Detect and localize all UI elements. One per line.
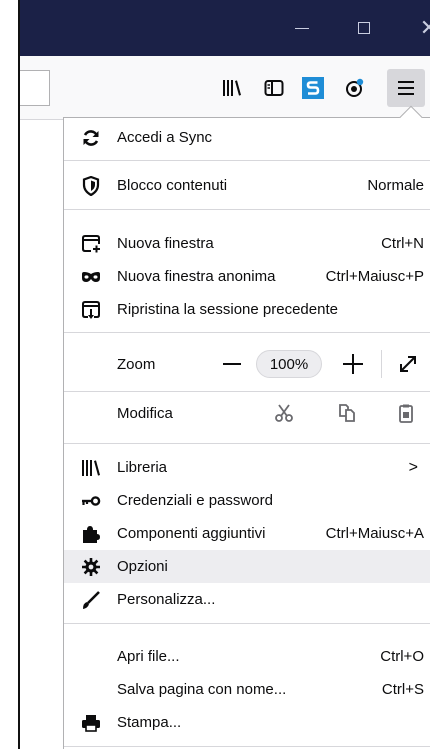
menu-item-options[interactable]: Opzioni bbox=[64, 550, 430, 583]
maximize-button[interactable] bbox=[350, 16, 378, 40]
new-private-window-label: Nuova finestra anonima bbox=[117, 268, 276, 285]
print-label: Stampa... bbox=[117, 714, 182, 731]
separator bbox=[64, 623, 430, 624]
menu-item-addons[interactable]: Componenti aggiuntivi Ctrl+Maiusc+A bbox=[64, 517, 430, 550]
separator bbox=[64, 443, 430, 444]
addons-label: Componenti aggiuntivi bbox=[117, 525, 266, 542]
menu-item-open-file[interactable]: Apri file... Ctrl+O bbox=[64, 640, 430, 673]
new-window-shortcut: Ctrl+N bbox=[381, 235, 424, 252]
key-icon bbox=[81, 491, 101, 511]
sync-icon bbox=[81, 128, 101, 148]
zoom-label: Zoom bbox=[117, 355, 156, 373]
content-blocking-label: Blocco contenuti bbox=[117, 177, 228, 194]
fullscreen-icon[interactable] bbox=[398, 354, 418, 374]
menu-item-zoom: Zoom 100% bbox=[64, 346, 430, 382]
addons-shortcut: Ctrl+Maiusc+A bbox=[325, 525, 424, 542]
separator bbox=[64, 391, 430, 392]
close-button[interactable]: ✕ bbox=[415, 15, 430, 40]
zoom-reset-button[interactable]: 100% bbox=[256, 350, 322, 378]
s-extension-icon[interactable] bbox=[299, 74, 327, 102]
menu-item-library[interactable]: Libreria > bbox=[64, 451, 430, 484]
separator bbox=[64, 160, 430, 161]
menu-item-sync[interactable]: Accedi a Sync bbox=[64, 120, 430, 155]
menu-item-print[interactable]: Stampa... bbox=[64, 706, 430, 739]
library-icon[interactable] bbox=[218, 74, 246, 102]
copy-icon[interactable] bbox=[337, 403, 357, 423]
menu-item-new-window[interactable]: Nuova finestra Ctrl+N bbox=[64, 227, 430, 260]
shield-icon bbox=[81, 175, 101, 196]
pocket-icon[interactable] bbox=[341, 74, 369, 102]
save-page-label: Salva pagina con nome... bbox=[117, 681, 287, 698]
new-private-window-shortcut: Ctrl+Maiusc+P bbox=[325, 268, 424, 285]
menu-item-content-blocking[interactable]: Blocco contenuti Normale bbox=[64, 169, 430, 202]
logins-label: Credenziali e password bbox=[117, 492, 273, 509]
open-file-label: Apri file... bbox=[117, 648, 180, 665]
new-window-label: Nuova finestra bbox=[117, 235, 214, 252]
window-border bbox=[18, 0, 20, 749]
paste-icon[interactable] bbox=[396, 403, 416, 423]
printer-icon bbox=[81, 713, 101, 733]
customize-label: Personalizza... bbox=[117, 591, 216, 608]
separator bbox=[64, 332, 430, 333]
edit-label: Modifica bbox=[117, 404, 173, 422]
zoom-out-button[interactable] bbox=[223, 363, 241, 365]
separator bbox=[64, 209, 430, 210]
menu-item-save-page[interactable]: Salva pagina con nome... Ctrl+S bbox=[64, 673, 430, 706]
zoom-divider bbox=[381, 350, 382, 378]
titlebar: ✕ bbox=[20, 0, 430, 56]
open-file-shortcut: Ctrl+O bbox=[380, 648, 424, 665]
content-blocking-value: Normale bbox=[367, 177, 424, 194]
menu-item-restore-session[interactable]: Ripristina la sessione precedente bbox=[64, 293, 430, 326]
library-label: Libreria bbox=[117, 459, 168, 476]
cut-icon[interactable] bbox=[274, 403, 294, 423]
new-window-icon bbox=[81, 234, 101, 254]
sidebar-icon[interactable] bbox=[260, 74, 288, 102]
sync-label: Accedi a Sync bbox=[117, 129, 213, 146]
restore-session-label: Ripristina la sessione precedente bbox=[117, 301, 338, 318]
menu-item-logins[interactable]: Credenziali e password bbox=[64, 484, 430, 517]
app-menu-panel: Accedi a Sync Blocco contenuti Normale N… bbox=[63, 117, 430, 749]
menu-item-new-private-window[interactable]: Nuova finestra anonima Ctrl+Maiusc+P bbox=[64, 260, 430, 293]
minimize-button[interactable] bbox=[288, 16, 316, 40]
save-page-shortcut: Ctrl+S bbox=[381, 681, 424, 698]
chevron-right-icon: > bbox=[408, 458, 418, 476]
zoom-in-button[interactable] bbox=[343, 354, 363, 374]
gear-icon bbox=[81, 557, 101, 577]
menu-item-edit: Modifica bbox=[64, 395, 430, 431]
menu-item-customize[interactable]: Personalizza... bbox=[64, 583, 430, 616]
paintbrush-icon bbox=[81, 590, 101, 610]
options-label: Opzioni bbox=[117, 558, 168, 575]
private-mask-icon bbox=[81, 267, 101, 287]
restore-session-icon bbox=[81, 300, 101, 320]
navigation-toolbar bbox=[20, 56, 430, 120]
separator bbox=[64, 746, 430, 747]
hamburger-menu-icon[interactable] bbox=[387, 69, 425, 107]
window-left-margin bbox=[0, 0, 18, 749]
library-icon bbox=[81, 458, 101, 478]
puzzle-piece-icon bbox=[81, 524, 101, 544]
url-bar[interactable] bbox=[20, 70, 50, 106]
